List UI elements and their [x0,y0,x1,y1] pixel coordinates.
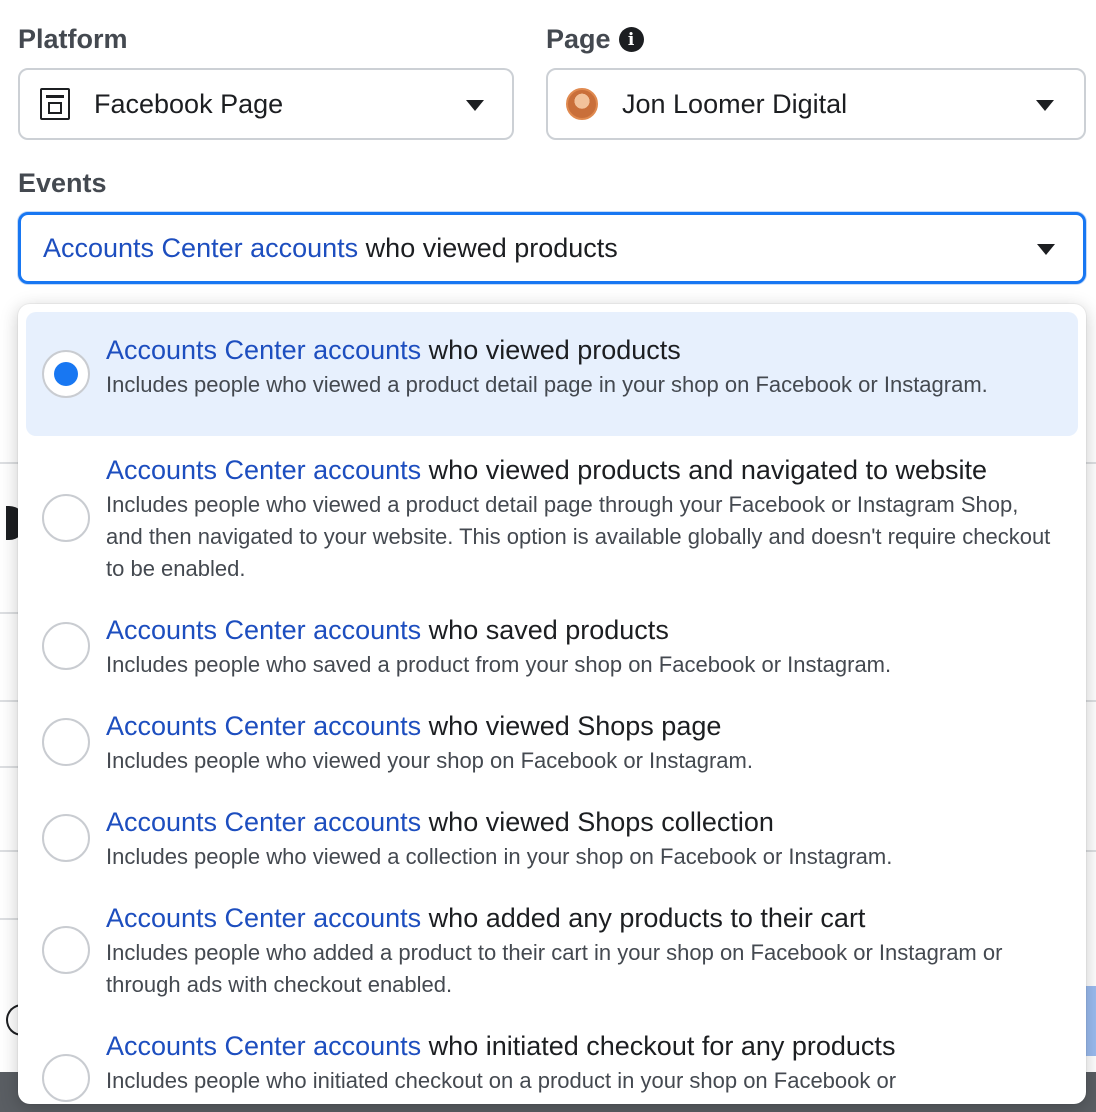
event-option-title: Accounts Center accounts who viewed Shop… [106,806,1058,838]
chevron-down-icon [1036,100,1054,111]
event-option[interactable]: Accounts Center accounts who saved produ… [26,600,1078,692]
page-label: Page i [546,24,644,55]
info-icon[interactable]: i [618,27,644,52]
event-option-prefix: Accounts Center accounts [106,807,422,837]
events-select-value: Accounts Center accounts who viewed prod… [43,233,618,264]
radio-button[interactable] [42,622,90,670]
event-option-description: Includes people who viewed your shop on … [106,748,753,773]
event-option-suffix: who viewed products [421,335,681,365]
event-option[interactable]: Accounts Center accounts who viewed prod… [26,312,1078,436]
event-option-description: Includes people who viewed a collection … [106,844,893,869]
events-select[interactable]: Accounts Center accounts who viewed prod… [18,212,1086,284]
event-option-title: Accounts Center accounts who initiated c… [106,1030,1058,1062]
radio-button[interactable] [42,1054,90,1102]
event-option-description: Includes people who viewed a product det… [106,492,1051,581]
bg-divider [0,918,18,920]
event-option-suffix: who viewed products and navigated to web… [421,455,988,485]
event-option-prefix: Accounts Center accounts [106,1031,422,1061]
page-icon [40,88,70,120]
event-option-title: Accounts Center accounts who viewed prod… [106,454,1058,486]
bg-divider [0,462,18,464]
radio-button[interactable] [42,926,90,974]
radio-button[interactable] [42,494,90,542]
bg-divider [1086,850,1096,852]
event-option-prefix: Accounts Center accounts [106,335,422,365]
event-option-suffix: who initiated checkout for any products [421,1031,896,1061]
event-option-suffix: who saved products [421,615,669,645]
events-label-text: Events [18,168,107,198]
platform-select[interactable]: Facebook Page [18,68,514,140]
page-select-value: Jon Loomer Digital [622,88,848,119]
event-option[interactable]: Accounts Center accounts who viewed prod… [26,440,1078,596]
bg-divider [0,766,18,768]
event-option-title: Accounts Center accounts who viewed Shop… [106,710,1058,742]
event-option-title: Accounts Center accounts who saved produ… [106,614,1058,646]
event-option[interactable]: Accounts Center accounts who added any p… [26,888,1078,1012]
bg-divider [0,850,18,852]
event-option-description: Includes people who saved a product from… [106,652,892,677]
event-option[interactable]: Accounts Center accounts who viewed Shop… [26,696,1078,788]
chevron-down-icon [1037,244,1055,255]
events-select-suffix: who viewed products [358,232,618,263]
avatar [566,88,598,120]
event-option-prefix: Accounts Center accounts [106,903,422,933]
chevron-down-icon [466,100,484,111]
event-option-description: Includes people who initiated checkout o… [106,1068,897,1093]
bg-divider [1086,700,1096,702]
event-option-prefix: Accounts Center accounts [106,455,422,485]
bg-divider [0,700,18,702]
event-option-description: Includes people who viewed a product det… [106,372,988,397]
event-option-title: Accounts Center accounts who viewed prod… [106,334,1058,366]
events-label: Events [18,168,107,199]
event-option-description: Includes people who added a product to t… [106,940,1003,997]
event-option-suffix: who added any products to their cart [421,903,866,933]
event-option[interactable]: Accounts Center accounts who viewed Shop… [26,792,1078,884]
bg-button-fragment [1086,986,1096,1056]
events-select-prefix: Accounts Center accounts [43,232,359,263]
page-select[interactable]: Jon Loomer Digital [546,68,1086,140]
platform-select-value: Facebook Page [94,88,284,119]
radio-button[interactable] [42,350,90,398]
platform-label-text: Platform [18,24,128,54]
radio-button[interactable] [42,718,90,766]
radio-button[interactable] [42,814,90,862]
event-option-prefix: Accounts Center accounts [106,615,422,645]
events-dropdown-menu: Accounts Center accounts who viewed prod… [18,304,1086,1104]
event-option-suffix: who viewed Shops collection [421,807,774,837]
bg-divider [1086,462,1096,464]
page-label-text: Page [546,24,611,54]
platform-label: Platform [18,24,128,55]
event-option-prefix: Accounts Center accounts [106,711,422,741]
event-option-title: Accounts Center accounts who added any p… [106,902,1058,934]
bg-divider [0,612,18,614]
event-option[interactable]: Accounts Center accounts who initiated c… [26,1016,1078,1104]
event-option-suffix: who viewed Shops page [421,711,722,741]
